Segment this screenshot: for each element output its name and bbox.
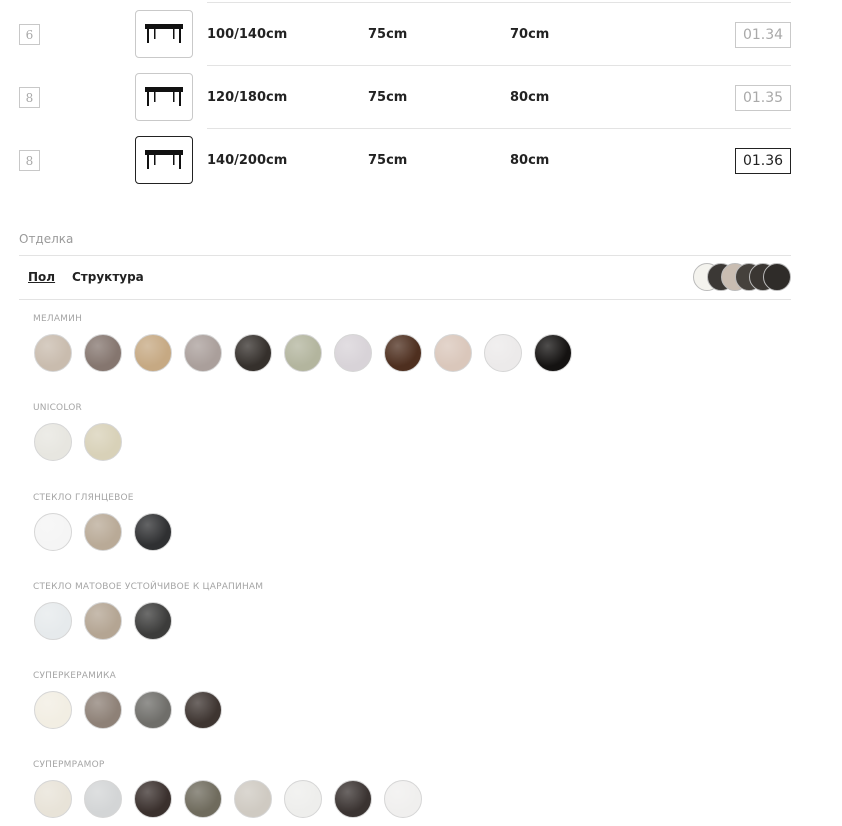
finish-swatch-row — [34, 513, 184, 553]
size-row[interactable]: 8 120/180cm 75cm 80cm 01.35 — [0, 66, 842, 129]
melamine-walnut-swatch[interactable] — [384, 334, 422, 372]
table-icon — [145, 87, 183, 106]
ceramic-dark-brown-swatch[interactable] — [184, 691, 222, 729]
table-thumbnail[interactable] — [135, 136, 193, 184]
finish-title: Отделка — [19, 232, 74, 246]
marble-dark-brown-swatch[interactable] — [134, 780, 172, 818]
glass-matt-anthracite-swatch[interactable] — [134, 602, 172, 640]
finish-group-label: МЕЛАМИН — [33, 314, 83, 324]
depth-value: 80cm — [510, 90, 550, 105]
product-code[interactable]: 01.35 — [735, 85, 791, 111]
unicolor-sand-stone-swatch[interactable] — [84, 423, 122, 461]
finish-swatch-row — [34, 334, 584, 374]
section-divider — [19, 255, 791, 256]
depth-value: 70cm — [510, 27, 550, 42]
melamine-black-marble-swatch[interactable] — [534, 334, 572, 372]
melamine-brown-grey-swatch[interactable] — [84, 334, 122, 372]
height-value: 75cm — [368, 27, 408, 42]
marble-calacatta-swatch[interactable] — [284, 780, 322, 818]
marble-emperador-swatch[interactable] — [334, 780, 372, 818]
glass-matt-white-swatch[interactable] — [34, 602, 72, 640]
unicolor-white-stone-swatch[interactable] — [34, 423, 72, 461]
width-value: 140/200cm — [207, 153, 288, 168]
marble-cream-swatch[interactable] — [34, 780, 72, 818]
finish-swatch-row — [34, 602, 184, 642]
finish-group-label: СУПЕРМРАМОР — [33, 760, 105, 770]
table-thumbnail[interactable] — [135, 73, 193, 121]
marble-green-swatch[interactable] — [184, 780, 222, 818]
seats-badge: 8 — [19, 150, 40, 171]
finish-swatch-row — [34, 423, 134, 463]
finish-group-label: UNICOLOR — [33, 403, 82, 413]
product-code[interactable]: 01.34 — [735, 22, 791, 48]
width-value: 120/180cm — [207, 90, 288, 105]
marble-grey-vein-swatch[interactable] — [84, 780, 122, 818]
seats-badge: 8 — [19, 87, 40, 108]
depth-value: 80cm — [510, 153, 550, 168]
table-icon — [145, 24, 183, 43]
height-value: 75cm — [368, 90, 408, 105]
glass-matt-taupe-swatch[interactable] — [84, 602, 122, 640]
ceramic-grey-swatch[interactable] — [134, 691, 172, 729]
ceramic-ivory-swatch[interactable] — [34, 691, 72, 729]
finish-swatch-row — [34, 780, 434, 820]
melamine-cream-swatch[interactable] — [434, 334, 472, 372]
finish-group-label: СУПЕРКЕРАМИКА — [33, 671, 116, 681]
marble-statuario-swatch[interactable] — [384, 780, 422, 818]
height-value: 75cm — [368, 153, 408, 168]
melamine-light-grey-swatch[interactable] — [334, 334, 372, 372]
seats-badge: 6 — [19, 24, 40, 45]
marble-breccia-swatch[interactable] — [234, 780, 272, 818]
glass-gloss-black-swatch[interactable] — [134, 513, 172, 551]
product-code[interactable]: 01.36 — [735, 148, 791, 174]
selected-finish-preview[interactable] — [693, 263, 803, 291]
tab-floor[interactable]: Пол — [28, 270, 55, 284]
glass-gloss-taupe-swatch[interactable] — [84, 513, 122, 551]
melamine-sage-swatch[interactable] — [284, 334, 322, 372]
section-divider — [19, 299, 791, 300]
finish-group-label: СТЕКЛО ГЛЯНЦЕВОЕ — [33, 493, 134, 503]
melamine-oak-swatch[interactable] — [134, 334, 172, 372]
melamine-beige-swatch[interactable] — [34, 334, 72, 372]
glass-gloss-white-swatch[interactable] — [34, 513, 72, 551]
size-row[interactable]: 8 140/200cm 75cm 80cm 01.36 — [0, 129, 842, 192]
finish-group-label: СТЕКЛО МАТОВОЕ УСТОЙЧИВОЕ К ЦАРАПИНАМ — [33, 582, 264, 592]
width-value: 100/140cm — [207, 27, 288, 42]
table-thumbnail[interactable] — [135, 10, 193, 58]
finish-swatch-row — [34, 691, 234, 731]
tab-structure[interactable]: Структура — [72, 270, 144, 284]
preview-swatch — [763, 263, 791, 291]
melamine-dark-swatch[interactable] — [234, 334, 272, 372]
melamine-marble-swatch[interactable] — [484, 334, 522, 372]
ceramic-taupe-swatch[interactable] — [84, 691, 122, 729]
table-icon — [145, 150, 183, 169]
size-row[interactable]: 6 100/140cm 75cm 70cm 01.34 — [0, 3, 842, 66]
melamine-taupe-swatch[interactable] — [184, 334, 222, 372]
